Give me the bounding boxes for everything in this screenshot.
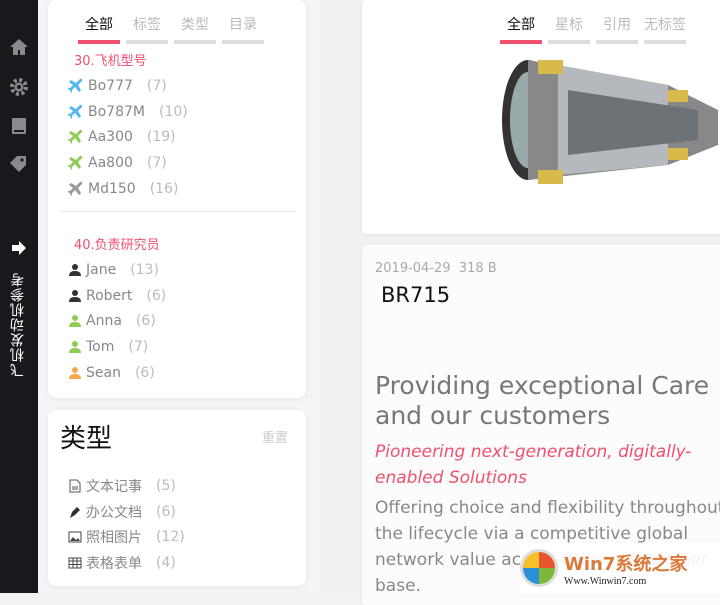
researcher-filter-item[interactable]: Robert (6) [68,288,166,304]
app-title: 飞机发动机参考 [10,272,26,377]
researcher-filter-item[interactable]: Sean (6) [68,365,155,381]
watermark: Win7系统之家 Www.Winwin7.com [520,543,720,593]
note-title: BR715 [381,283,451,307]
type-filter-item[interactable]: 照相图片 (12) [68,527,185,547]
tab-untagged[interactable]: 无标签 [644,14,686,44]
item-count: (16) [149,180,179,197]
note-subheading: Pioneering next-generation, digitally-en… [375,442,692,488]
item-count: (6) [134,364,155,381]
type-filter-item[interactable]: 办公文档 (6) [68,502,176,522]
types-card: 类型 重置 文本记事 (5) 办公文档 (6) 照相图片 (12) 表格表单 (4) [48,410,306,586]
item-label: Robert [86,287,133,304]
type-filter-item[interactable]: 文本记事 (5) [68,476,176,496]
item-count: (7) [146,78,167,94]
group-title: 40.负责研究员 [74,238,160,253]
aircraft-filter-item[interactable]: Bo787M (10) [68,104,188,120]
researcher-filter-item[interactable]: Jane (13) [68,262,159,278]
item-count: (10) [158,103,188,120]
item-count: (6) [135,313,156,330]
item-label: Anna [86,313,122,330]
item-label: Md150 [88,180,136,197]
item-count: (5) [156,478,176,494]
item-count: (7) [146,155,167,172]
table-icon [68,556,82,570]
tab-all[interactable]: 全部 [500,14,542,44]
item-label: 表格表单 [86,556,142,573]
item-count: (12) [156,529,185,546]
user-icon [68,314,82,328]
types-title: 类型 [60,424,113,454]
tab-starred[interactable]: 星标 [548,14,590,44]
user-icon [68,340,82,354]
user-icon [68,289,82,303]
book-icon[interactable] [9,116,29,136]
image-icon [68,530,82,544]
item-label: 办公文档 [86,504,142,521]
item-label: Aa800 [88,155,133,172]
aircraft-filter-item[interactable]: Aa300 (19) [68,129,176,145]
home-icon[interactable] [9,37,29,57]
item-label: Bo777 [88,78,133,94]
item-count: (4) [156,555,176,572]
tab-catalog[interactable]: 目录 [222,14,264,44]
divider [60,211,296,212]
item-count: (19) [146,129,176,146]
item-label: Bo787M [88,103,145,120]
plane-icon [68,104,84,120]
document-icon [68,479,82,493]
reset-button[interactable]: 重置 [262,427,288,446]
filter-card: 全部 标签 类型 目录 30.飞机型号 Bo777 (7) Bo787M (10) Aa… [48,0,306,398]
right-tabs: 全部 星标 引用 无标签 [500,14,686,44]
item-count: (13) [130,262,159,278]
note-date: 2019-04-29 [375,261,451,276]
sidebar: 飞机发动机参考 [0,0,38,593]
plane-icon [68,129,84,145]
item-label: Tom [86,339,115,356]
notes-pane: 全部 星标 引用 无标签 2019-04-29 318 B BR715 Prov… [320,0,720,605]
user-icon [68,366,82,380]
aircraft-filter-item[interactable]: Aa800 (7) [68,155,167,171]
researcher-filter-item[interactable]: Tom (7) [68,339,148,355]
tab-cited[interactable]: 引用 [596,14,638,44]
note-size: 318 B [458,261,497,276]
type-filter-item[interactable]: 表格表单 (4) [68,553,176,573]
group-title: 30.飞机型号 [74,54,147,69]
item-count: (6) [156,503,176,520]
watermark-brand: Win7系统之家 [564,553,688,575]
tab-tags[interactable]: 标签 [126,14,168,44]
note-heading: Providing exceptional Care and our custo… [375,371,710,430]
watermark-url: Www.Winwin7.com [564,575,647,587]
aircraft-filter-item[interactable]: Md150 (16) [68,181,178,197]
windows-logo-icon [520,549,558,587]
item-label: Aa300 [88,129,133,146]
plane-icon [68,155,84,171]
plane-icon [68,78,84,94]
tab-all[interactable]: 全部 [78,14,120,44]
gear-icon[interactable] [9,77,29,97]
item-label: Sean [86,364,121,381]
filter-panel: 全部 标签 类型 目录 30.飞机型号 Bo777 (7) Bo787M (10) Aa… [38,0,320,593]
user-icon [68,263,82,277]
pen-icon [68,505,82,519]
item-label: 文本记事 [86,479,142,495]
plane-icon [68,181,84,197]
aircraft-filter-item[interactable]: Bo777 (7) [68,78,167,94]
note-meta: 2019-04-29 318 B [375,261,497,276]
item-label: 照相图片 [86,530,142,547]
item-count: (7) [128,339,149,356]
engine-image [502,60,718,184]
researcher-filter-item[interactable]: Anna (6) [68,313,156,329]
tags-icon[interactable] [9,153,29,173]
left-tabs: 全部 标签 类型 目录 [78,14,264,44]
tab-types[interactable]: 类型 [174,14,216,44]
item-label: Jane [86,262,117,278]
arrow-right-icon[interactable] [9,238,29,258]
item-count: (6) [146,287,167,304]
